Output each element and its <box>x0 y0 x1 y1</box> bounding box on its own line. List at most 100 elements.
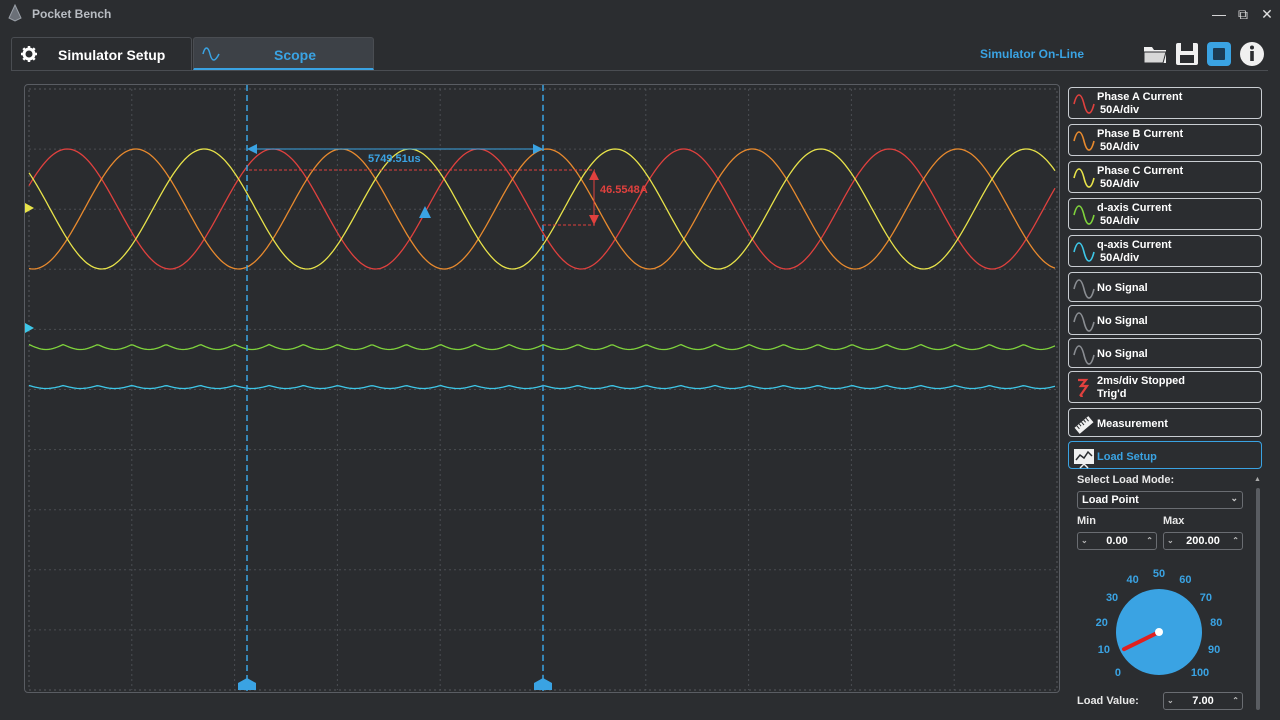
maximize-button[interactable]: ⧉ <box>1232 4 1254 24</box>
dial-tick-label: 30 <box>1105 591 1119 604</box>
dial-tick-label: 90 <box>1208 643 1221 656</box>
load-dial[interactable]: 0 10 20 30 40 50 60 70 80 90 100 <box>1085 560 1245 690</box>
scope-markers[interactable] <box>25 85 599 694</box>
dial-tick-label: 10 <box>1097 643 1110 656</box>
tab-scope[interactable]: Scope <box>193 37 374 70</box>
dial-tick-label: 70 <box>1199 591 1213 604</box>
stop-icon[interactable] <box>1206 41 1232 67</box>
amplitude-arrow-down <box>589 215 599 225</box>
decrement-icon[interactable]: ⌄ <box>1167 533 1174 549</box>
tab-divider <box>11 70 1268 71</box>
sine-wave-icon <box>1073 312 1095 332</box>
dial-tick-label: 20 <box>1095 616 1108 629</box>
min-stepper[interactable]: ⌄ 0.00 ⌃ <box>1077 532 1157 550</box>
tab-label: Simulator Setup <box>58 47 166 63</box>
increment-icon[interactable]: ⌃ <box>1232 693 1239 709</box>
channel-label: No Signal <box>1097 348 1148 360</box>
load-value-stepper[interactable]: ⌄ 7.00 ⌃ <box>1163 692 1243 710</box>
channel-label: Phase A Current 50A/div <box>1097 91 1183 116</box>
timebase-button[interactable]: 2ms/div Stopped Trig'd <box>1068 371 1262 403</box>
load-mode-value: Load Point <box>1082 494 1139 506</box>
max-stepper[interactable]: ⌄ 200.00 ⌃ <box>1163 532 1243 550</box>
dial-tick-label: 40 <box>1126 574 1139 587</box>
close-button[interactable]: ✕ <box>1256 4 1278 24</box>
channel-label: d-axis Current 50A/div <box>1097 202 1172 227</box>
folder-icon[interactable] <box>1142 41 1168 67</box>
channel-7[interactable]: No Signal <box>1068 305 1262 335</box>
load-setup-label: Load Setup <box>1097 451 1157 463</box>
min-label: Min <box>1077 515 1096 527</box>
window-title: Pocket Bench <box>32 7 112 21</box>
increment-icon[interactable]: ⌃ <box>1146 533 1153 549</box>
sine-wave-icon <box>1073 205 1095 225</box>
load-setup-button[interactable]: Load Setup <box>1068 441 1262 469</box>
app-logo-icon <box>8 4 22 22</box>
channel-6[interactable]: No Signal <box>1068 272 1262 302</box>
tab-simulator-setup[interactable]: Simulator Setup <box>11 37 192 70</box>
panel-scrollbar[interactable]: ▲ <box>1254 476 1262 716</box>
title-bar: Pocket Bench — ⧉ ✕ <box>0 0 1280 28</box>
channel-label: No Signal <box>1097 315 1148 327</box>
trigger-point-marker <box>419 206 431 218</box>
time-cursor-handle-2 <box>534 678 552 690</box>
max-value: 200.00 <box>1186 535 1220 547</box>
channel-label: Phase B Current 50A/div <box>1097 128 1184 153</box>
channel-label: No Signal <box>1097 282 1148 294</box>
dial-tick-label: 60 <box>1179 574 1192 587</box>
sine-wave-icon <box>1073 131 1095 151</box>
phase-c-trace <box>28 148 1056 270</box>
chevron-down-icon: ⌄ <box>1230 493 1238 503</box>
chart-icon <box>1074 449 1094 469</box>
q-axis-trace <box>28 384 1056 390</box>
tab-label: Scope <box>274 47 317 63</box>
trigger-icon <box>1078 378 1090 397</box>
minimize-button[interactable]: — <box>1208 4 1230 24</box>
max-label: Max <box>1163 515 1185 527</box>
waveforms <box>28 148 1056 390</box>
dial-tick-label: 50 <box>1152 568 1166 580</box>
oscilloscope-display[interactable]: 5749.51us 46.5548A <box>24 84 1061 694</box>
channel-q-axis[interactable]: q-axis Current 50A/div <box>1068 235 1262 267</box>
simulator-status: Simulator On-Line <box>980 47 1085 61</box>
sine-wave-icon <box>1073 345 1095 365</box>
channel-phase-a[interactable]: Phase A Current 50A/div <box>1068 87 1262 119</box>
phase-b-trace <box>28 148 1056 270</box>
d-axis-trace <box>28 343 1056 351</box>
sine-wave-icon <box>1073 279 1095 299</box>
dial-tick-label: 100 <box>1190 667 1210 679</box>
scroll-up-icon[interactable]: ▲ <box>1254 476 1261 483</box>
sine-wave-icon <box>1073 168 1095 188</box>
load-mode-label: Select Load Mode: <box>1077 474 1175 486</box>
time-cursor-handle-1 <box>238 678 256 690</box>
sine-wave-icon <box>202 47 220 61</box>
gear-icon <box>21 46 37 62</box>
scroll-thumb[interactable] <box>1256 488 1260 710</box>
channel-label: Phase C Current 50A/div <box>1097 165 1184 190</box>
time-cursor-delta: 5749.51us <box>368 153 421 165</box>
decrement-icon[interactable]: ⌄ <box>1167 693 1174 709</box>
min-value: 0.00 <box>1106 535 1128 547</box>
save-icon[interactable] <box>1174 41 1200 67</box>
increment-icon[interactable]: ⌃ <box>1232 533 1239 549</box>
measurement-label: Measurement <box>1097 418 1168 430</box>
time-delta-arrow-left <box>247 144 257 154</box>
dial-tick-label: 80 <box>1210 616 1223 629</box>
channel-phase-c[interactable]: Phase C Current 50A/div <box>1068 161 1262 193</box>
channel-d-axis[interactable]: d-axis Current 50A/div <box>1068 198 1262 230</box>
sine-wave-icon <box>1073 242 1095 262</box>
dial-hub <box>1155 628 1163 636</box>
decrement-icon[interactable]: ⌄ <box>1081 533 1088 549</box>
measurement-button[interactable]: Measurement <box>1068 408 1262 437</box>
channel-phase-b[interactable]: Phase B Current 50A/div <box>1068 124 1262 156</box>
info-icon[interactable] <box>1239 41 1265 67</box>
sine-wave-icon <box>1073 94 1095 114</box>
channel-8[interactable]: No Signal <box>1068 338 1262 368</box>
ruler-icon <box>1074 416 1094 434</box>
load-mode-select[interactable]: Load Point ⌄ <box>1077 491 1243 509</box>
channel-label: q-axis Current 50A/div <box>1097 239 1172 264</box>
amplitude-cursor-delta: 46.5548A <box>600 184 648 196</box>
dial-tick-label: 0 <box>1114 667 1122 679</box>
scope-plot[interactable]: 5749.51us 46.5548A <box>25 85 1061 694</box>
phase-a-trace <box>28 148 1056 270</box>
load-value-label: Load Value: <box>1077 695 1139 707</box>
